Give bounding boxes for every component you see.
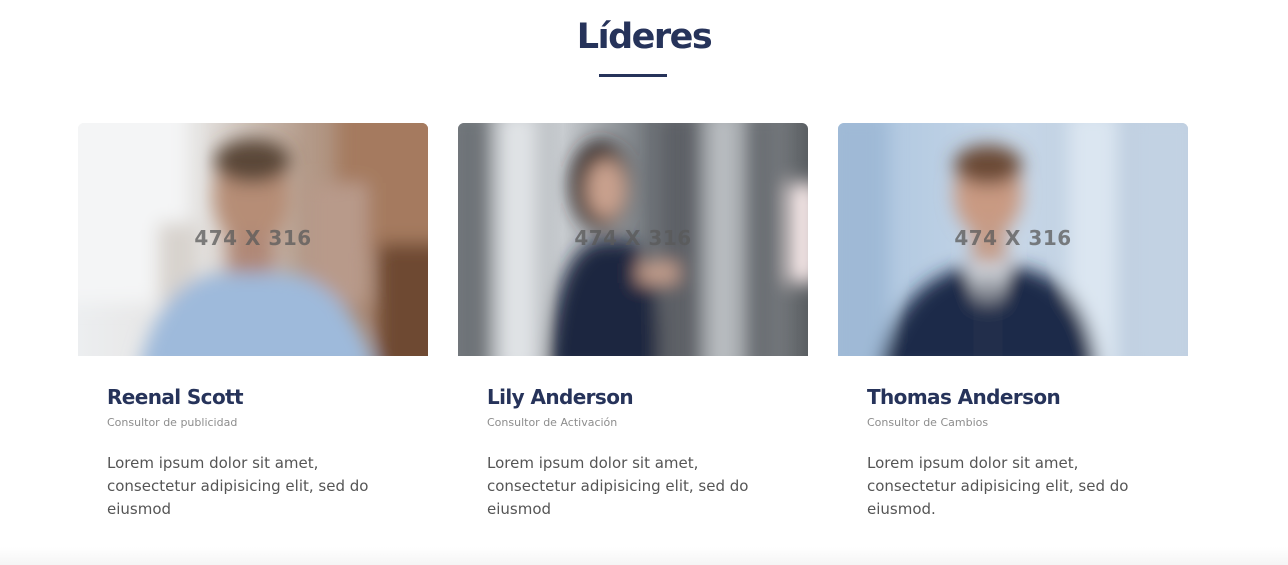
leader-info: Reenal Scott Consultor de publicidad Lor… [107, 382, 407, 521]
leader-info: Thomas Anderson Consultor de Cambios Lor… [867, 382, 1167, 521]
leader-role: Consultor de Cambios [867, 416, 989, 429]
leader-name: Thomas Anderson [867, 385, 1061, 409]
image-size-label: 474 X 316 [194, 226, 312, 250]
leader-description: Lorem ipsum dolor sit amet, consectetur … [867, 454, 1129, 518]
leader-photo: 474 X 316 [838, 123, 1188, 356]
leader-role: Consultor de Activación [487, 416, 618, 429]
leader-description: Lorem ipsum dolor sit amet, consectetur … [107, 454, 369, 518]
leader-card: 474 X 316 Reenal Scott Consultor de publ… [78, 123, 428, 543]
leader-info: Lily Anderson Consultor de Activación Lo… [487, 382, 787, 521]
leader-photo: 474 X 316 [78, 123, 428, 356]
image-size-label: 474 X 316 [574, 226, 692, 250]
leader-name: Lily Anderson [487, 385, 634, 409]
leader-name: Reenal Scott [107, 385, 244, 409]
section-bottom-edge [0, 547, 1288, 565]
title-underline [599, 74, 667, 77]
leaders-grid: 474 X 316 Reenal Scott Consultor de publ… [78, 123, 1188, 543]
section-title: Líderes [576, 17, 713, 57]
leader-role: Consultor de publicidad [107, 416, 238, 429]
image-size-label: 474 X 316 [954, 226, 1072, 250]
leader-card: 474 X 316 Lily Anderson Consultor de Act… [458, 123, 808, 543]
leader-description: Lorem ipsum dolor sit amet, consectetur … [487, 454, 749, 518]
leader-photo: 474 X 316 [458, 123, 808, 356]
leader-card: 474 X 316 Thomas Anderson Consultor de C… [838, 123, 1188, 543]
